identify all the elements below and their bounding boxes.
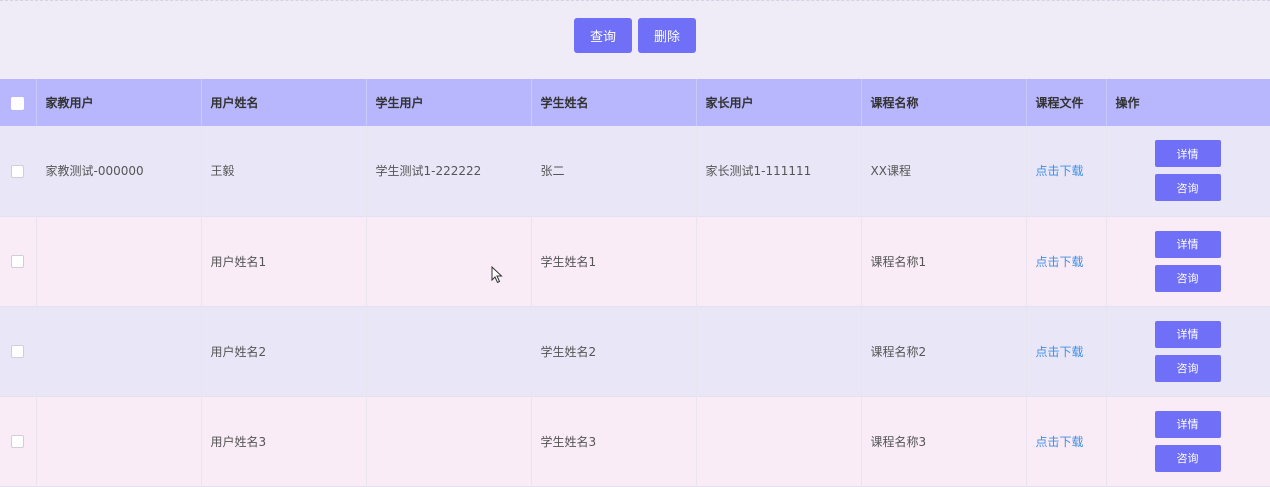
cell-actions: 详情 咨询 bbox=[1105, 216, 1270, 306]
header-course-file: 课程文件 bbox=[1026, 79, 1107, 126]
delete-button[interactable]: 删除 bbox=[638, 18, 697, 53]
cell-student-user bbox=[366, 396, 532, 486]
cell-student-user: 学生测试1-222222 bbox=[366, 126, 532, 216]
download-link[interactable]: 点击下载 bbox=[1036, 255, 1084, 269]
cell-actions: 详情 咨询 bbox=[1105, 396, 1270, 486]
data-table: 家教用户 用户姓名 学生用户 学生姓名 家长用户 课程名称 课程文件 操作 家教… bbox=[0, 79, 1270, 487]
top-divider bbox=[0, 0, 1270, 2]
select-all-checkbox[interactable] bbox=[11, 96, 25, 110]
cell-course-name: 课程名称3 bbox=[861, 396, 1027, 486]
cell-course-name: XX课程 bbox=[861, 126, 1027, 216]
cell-user-name: 用户姓名3 bbox=[201, 396, 367, 486]
detail-button[interactable]: 详情 bbox=[1154, 140, 1221, 168]
cell-student-name: 学生姓名3 bbox=[531, 396, 697, 486]
toolbar: 查询 删除 bbox=[0, 18, 1270, 54]
cell-student-user bbox=[366, 306, 532, 396]
cell-actions: 详情 咨询 bbox=[1105, 126, 1270, 216]
consult-button[interactable]: 咨询 bbox=[1154, 174, 1221, 202]
row-checkbox[interactable] bbox=[11, 255, 25, 268]
cell-student-user bbox=[366, 216, 532, 306]
header-course-name: 课程名称 bbox=[861, 79, 1027, 126]
table-header-row: 家教用户 用户姓名 学生用户 学生姓名 家长用户 课程名称 课程文件 操作 bbox=[0, 79, 1270, 126]
cell-course-name: 课程名称2 bbox=[861, 306, 1027, 396]
row-select-cell bbox=[0, 216, 37, 306]
detail-button[interactable]: 详情 bbox=[1154, 320, 1221, 348]
cell-course-file: 点击下载 bbox=[1026, 216, 1107, 306]
cell-student-name: 学生姓名1 bbox=[531, 216, 697, 306]
cell-course-name: 课程名称1 bbox=[861, 216, 1027, 306]
query-button[interactable]: 查询 bbox=[573, 18, 632, 53]
detail-button[interactable]: 详情 bbox=[1154, 410, 1221, 438]
header-actions: 操作 bbox=[1105, 79, 1270, 126]
cell-parent-user: 家长测试1-111111 bbox=[696, 126, 862, 216]
header-student-name: 学生姓名 bbox=[531, 79, 697, 126]
consult-button[interactable]: 咨询 bbox=[1154, 444, 1221, 472]
table-row: 家教测试-000000 王毅 学生测试1-222222 张二 家长测试1-111… bbox=[0, 126, 1270, 216]
row-checkbox[interactable] bbox=[11, 164, 25, 178]
row-select-cell bbox=[0, 306, 37, 396]
row-select-cell bbox=[0, 396, 37, 486]
detail-button[interactable]: 详情 bbox=[1154, 230, 1221, 258]
row-select-cell bbox=[0, 126, 37, 216]
cell-parent-user bbox=[696, 306, 862, 396]
cell-parent-user bbox=[696, 216, 862, 306]
header-parent-user: 家长用户 bbox=[696, 79, 862, 126]
download-link[interactable]: 点击下载 bbox=[1036, 345, 1084, 359]
table-row: 用户姓名3 学生姓名3 课程名称3 点击下载 详情 咨询 bbox=[0, 396, 1270, 486]
header-student-user: 学生用户 bbox=[366, 79, 532, 126]
cell-user-name: 王毅 bbox=[201, 126, 367, 216]
table-row: 用户姓名1 学生姓名1 课程名称1 点击下载 详情 咨询 bbox=[0, 216, 1270, 306]
header-tutor-user: 家教用户 bbox=[36, 79, 202, 126]
cell-parent-user bbox=[696, 396, 862, 486]
cell-course-file: 点击下载 bbox=[1026, 126, 1107, 216]
header-user-name: 用户姓名 bbox=[201, 79, 367, 126]
download-link[interactable]: 点击下载 bbox=[1036, 435, 1084, 449]
cell-user-name: 用户姓名2 bbox=[201, 306, 367, 396]
consult-button[interactable]: 咨询 bbox=[1154, 354, 1221, 382]
cell-actions: 详情 咨询 bbox=[1105, 306, 1270, 396]
cell-student-name: 张二 bbox=[531, 126, 697, 216]
consult-button[interactable]: 咨询 bbox=[1154, 264, 1221, 292]
download-link[interactable]: 点击下载 bbox=[1036, 164, 1084, 178]
cell-student-name: 学生姓名2 bbox=[531, 306, 697, 396]
mouse-cursor-icon bbox=[491, 266, 503, 284]
row-checkbox[interactable] bbox=[11, 345, 25, 358]
cell-course-file: 点击下载 bbox=[1026, 306, 1107, 396]
cell-tutor-user bbox=[36, 396, 202, 486]
cell-tutor-user bbox=[36, 216, 202, 306]
cell-tutor-user bbox=[36, 306, 202, 396]
cell-course-file: 点击下载 bbox=[1026, 396, 1107, 486]
cell-tutor-user: 家教测试-000000 bbox=[36, 126, 202, 216]
table-row: 用户姓名2 学生姓名2 课程名称2 点击下载 详情 咨询 bbox=[0, 306, 1270, 396]
cell-user-name: 用户姓名1 bbox=[201, 216, 367, 306]
select-all-cell bbox=[0, 79, 37, 126]
row-checkbox[interactable] bbox=[11, 435, 25, 448]
